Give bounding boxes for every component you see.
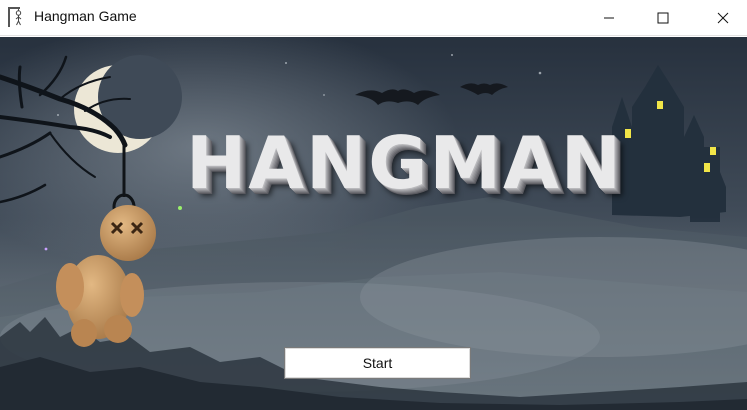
- maximize-button[interactable]: [640, 0, 686, 36]
- sparkle: [178, 206, 182, 210]
- hangman-figure-icon: [6, 6, 26, 28]
- minimize-button[interactable]: [586, 0, 632, 36]
- sparkle: [44, 247, 48, 251]
- game-canvas: HANGMAN Start: [0, 37, 747, 410]
- title-bar: Hangman Game: [0, 0, 747, 36]
- window-title: Hangman Game: [34, 8, 137, 24]
- start-button[interactable]: Start: [284, 347, 471, 379]
- maximize-icon: [657, 12, 669, 24]
- close-button[interactable]: [700, 0, 746, 36]
- game-title: HANGMAN: [186, 121, 623, 205]
- minimize-icon: [604, 17, 614, 19]
- game-window: Hangman Game HANGMAN Start: [0, 0, 747, 410]
- close-icon: [717, 12, 729, 24]
